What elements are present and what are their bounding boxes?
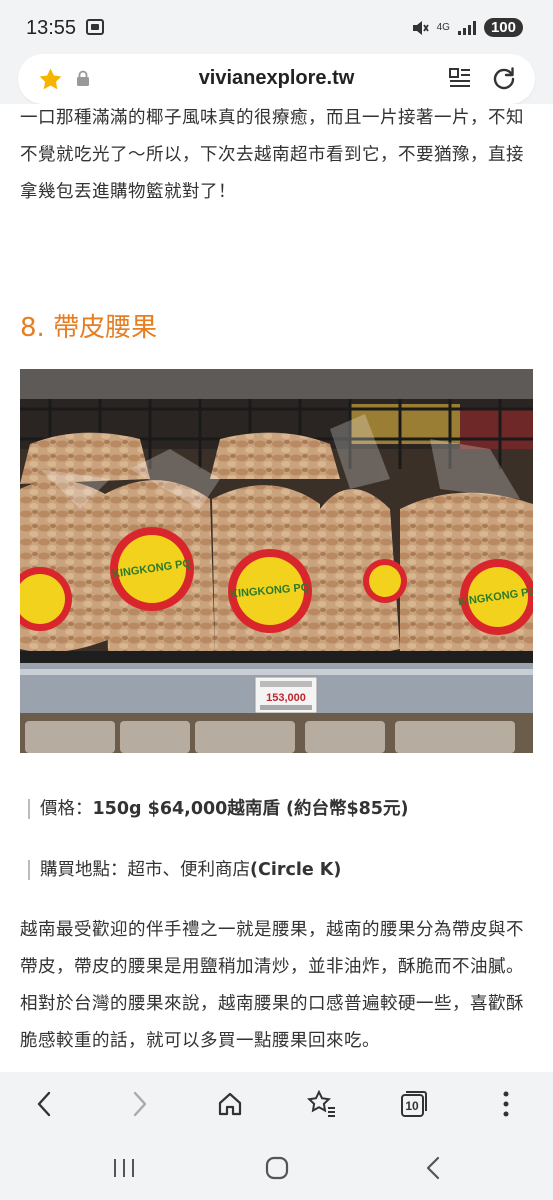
home-nav-icon[interactable] bbox=[263, 1154, 291, 1182]
tabs-button[interactable]: 10 bbox=[398, 1088, 430, 1120]
signal-icon bbox=[457, 20, 476, 35]
where-label: 購買地點：超市、便利商店 bbox=[40, 860, 250, 880]
cashew-photo[interactable]: KINGKONG PQ KINGKONG PQ KINGKONG PQ 153,… bbox=[20, 369, 533, 753]
status-indicators: 4G 100 bbox=[411, 18, 523, 37]
price-value: 150g $64,000越南盾 (約台幣$85元) bbox=[92, 799, 409, 819]
address-bar[interactable]: vivianexplore.tw bbox=[18, 54, 535, 104]
battery-indicator: 100 bbox=[483, 18, 523, 37]
menu-button[interactable] bbox=[490, 1088, 522, 1120]
recents-icon[interactable] bbox=[110, 1154, 138, 1182]
refresh-icon[interactable] bbox=[491, 66, 517, 92]
reader-mode-icon[interactable] bbox=[449, 67, 471, 91]
page-content[interactable]: 一口那種滿滿的椰子風味真的很療癒，而且一片接著一片，不知不覺就吃光了～所以，下次… bbox=[0, 104, 553, 1072]
status-bar: 13:55 4G 100 bbox=[0, 0, 553, 58]
status-time: 13:55 bbox=[26, 17, 77, 39]
more-vertical-icon bbox=[503, 1091, 509, 1117]
browser-toolbar: 10 bbox=[0, 1072, 553, 1134]
body-paragraph: 越南最受歡迎的伴手禮之一就是腰果，越南的腰果分為帶皮與不帶皮，帶皮的腰果是用鹽稍… bbox=[20, 920, 524, 1051]
mute-icon bbox=[412, 20, 429, 35]
back-button[interactable] bbox=[29, 1088, 61, 1120]
bookmark-star-icon bbox=[307, 1090, 335, 1117]
forward-button[interactable] bbox=[123, 1088, 155, 1120]
where-value: (Circle K) bbox=[250, 860, 342, 880]
chevron-right-icon bbox=[133, 1091, 147, 1117]
home-icon bbox=[218, 1092, 242, 1116]
system-nav-bar bbox=[0, 1134, 553, 1200]
tabs-count: 10 bbox=[405, 1099, 419, 1113]
price-tag-label: 153,000 bbox=[266, 692, 306, 704]
price-label: 價格： bbox=[40, 799, 93, 819]
home-button[interactable] bbox=[214, 1088, 246, 1120]
section-heading: 8. 帶皮腰果 bbox=[20, 313, 158, 343]
bookmarks-button[interactable] bbox=[306, 1088, 338, 1120]
where-to-buy-info: 購買地點：超市、便利商店(Circle K) bbox=[28, 860, 341, 880]
intro-paragraph: 一口那種滿滿的椰子風味真的很療癒，而且一片接著一片，不知不覺就吃光了～所以，下次… bbox=[20, 108, 524, 202]
network-type: 4G bbox=[436, 22, 450, 33]
back-nav-icon[interactable] bbox=[420, 1154, 448, 1182]
screen-record-icon bbox=[86, 19, 104, 35]
chevron-left-icon bbox=[37, 1091, 51, 1117]
price-info: 價格：150g $64,000越南盾 (約台幣$85元) bbox=[28, 799, 408, 819]
